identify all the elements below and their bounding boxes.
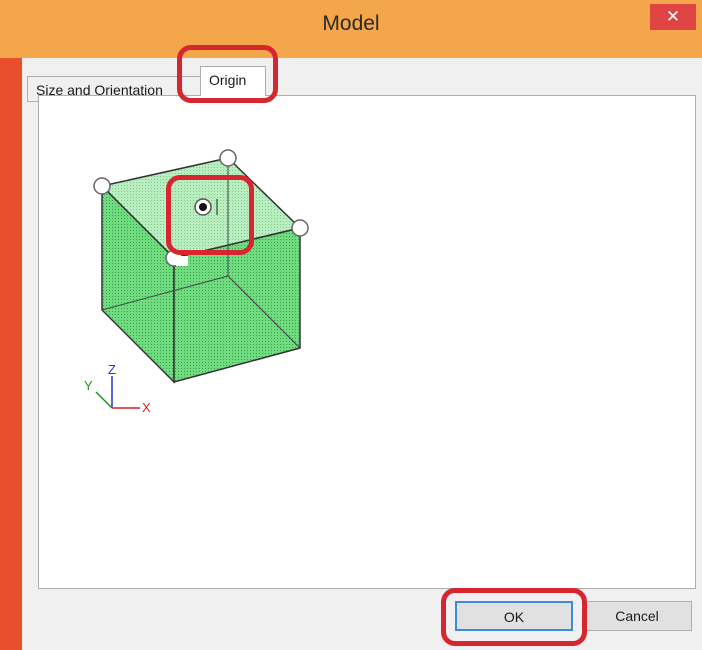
title-bar[interactable]: Model ✕ [0,0,702,58]
close-icon: ✕ [665,7,681,26]
y-axis-label: Y [84,378,93,393]
cancel-button[interactable]: Cancel [582,601,692,631]
ok-button[interactable]: OK [455,601,573,631]
tab-label: Origin [209,72,247,88]
origin-handle-back-left [93,177,111,195]
origin-handle-back-right [219,149,237,167]
z-axis-label: Z [108,362,116,377]
x-axis-label: X [142,400,151,415]
tab-origin[interactable]: Origin [200,66,266,96]
dialog-window: Model ✕ Size and Orientation Origin Z X … [0,0,702,650]
origin-handle-front-right [291,219,309,237]
window-title: Model [322,12,380,35]
axes-indicator: Z X Y [84,362,151,415]
close-button[interactable]: ✕ [650,4,696,30]
